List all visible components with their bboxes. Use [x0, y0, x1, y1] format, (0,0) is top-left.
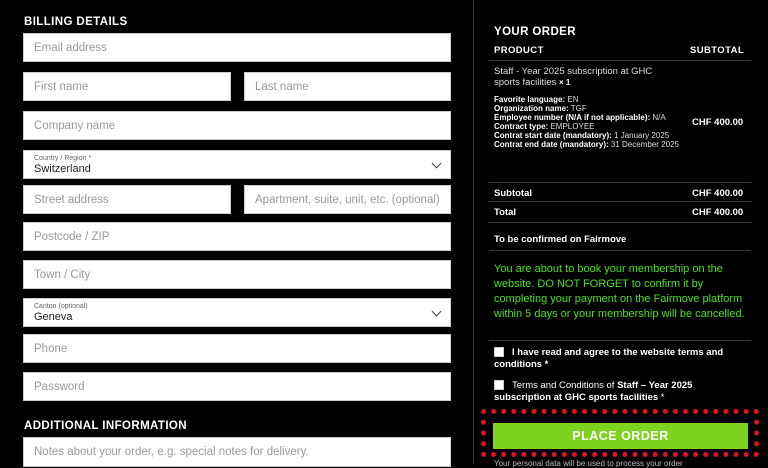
terms-checkbox[interactable] [494, 347, 504, 358]
place-order-button[interactable]: PLACE ORDER [493, 423, 748, 449]
your-order-heading: YOUR ORDER [494, 26, 576, 38]
payment-method-label: To be confirmed on Fairmove [494, 234, 627, 245]
meta-line: Employee number (N/A if not applicable):… [494, 113, 666, 122]
total-label: Total [494, 207, 516, 218]
divider [489, 201, 751, 202]
canton-select[interactable]: Canton (optional) Geneva [23, 298, 451, 327]
phone-field[interactable]: Phone [23, 334, 451, 363]
payment-notice: You are about to book your membership on… [494, 263, 745, 320]
chevron-down-icon [431, 158, 442, 169]
last-name-field[interactable]: Last name [244, 72, 451, 101]
meta-line: Favorite language: EN [494, 95, 579, 104]
country-label: Country / Region * [34, 154, 92, 162]
meta-line: Contrat end date (mandatory): 31 Decembe… [494, 140, 679, 149]
country-value: Switzerland [34, 162, 91, 175]
postcode-field[interactable]: Postcode / ZIP [23, 222, 451, 251]
meta-line: Contrat start date (mandatory): 1 Januar… [494, 131, 670, 140]
terms-checkbox-row[interactable]: I have read and agree to the website ter… [494, 347, 750, 371]
meta-line: Contract type: EMPLOYEE [494, 122, 595, 131]
town-field[interactable]: Town / City [23, 260, 451, 289]
divider [489, 250, 751, 251]
subtotal-label: Subtotal [494, 188, 532, 199]
product-price: CHF 400.00 [692, 117, 744, 128]
tc-checkbox[interactable] [494, 380, 504, 391]
apartment-field[interactable]: Apartment, suite, unit, etc. (optional) [244, 185, 451, 214]
first-name-field[interactable]: First name [23, 72, 231, 101]
password-field[interactable]: Password [23, 372, 451, 401]
divider [489, 340, 751, 341]
order-item: Staff - Year 2025 subscription at GHC sp… [494, 66, 679, 88]
street-address-field[interactable]: Street address [23, 185, 231, 214]
email-field[interactable]: Email address [23, 33, 451, 62]
product-quantity: × 1 [558, 77, 571, 87]
canton-value: Geneva [34, 310, 73, 323]
total-value: CHF 400.00 [692, 207, 744, 218]
divider [489, 182, 751, 183]
chevron-down-icon [431, 306, 442, 317]
order-notes-field[interactable]: Notes about your order, e.g. special not… [23, 437, 451, 467]
canton-label: Canton (optional) [34, 302, 88, 310]
company-field[interactable]: Company name [23, 111, 451, 140]
country-select[interactable]: Country / Region * Switzerland [23, 150, 451, 179]
product-name: Staff - Year 2025 subscription at GHC sp… [494, 66, 653, 88]
subtotal-value: CHF 400.00 [692, 188, 744, 199]
meta-line: Organization name: TGF [494, 104, 587, 113]
divider [489, 60, 751, 61]
billing-heading: BILLING DETAILS [24, 16, 128, 28]
additional-info-heading: ADDITIONAL INFORMATION [24, 420, 187, 432]
product-meta: Favorite language: EN Organization name:… [494, 95, 679, 149]
column-divider [473, 0, 474, 464]
terms-label: I have read and agree to the website ter… [494, 347, 724, 370]
tc-checkbox-row[interactable]: Terms and Conditions of Staff – Year 202… [494, 380, 750, 404]
product-column-header: PRODUCT [494, 45, 544, 56]
divider [489, 222, 751, 223]
subtotal-column-header: SUBTOTAL [690, 45, 745, 56]
